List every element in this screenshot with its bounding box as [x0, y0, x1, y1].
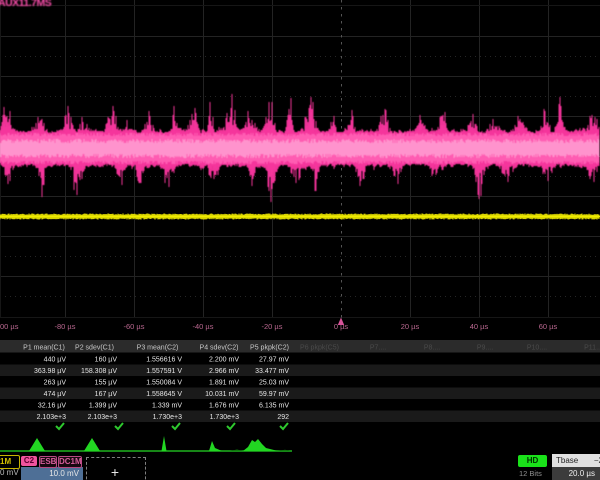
svg-text:60 µs: 60 µs	[539, 322, 558, 331]
svg-text:P1 mean(C1): P1 mean(C1)	[23, 345, 65, 352]
svg-text:-40 µs: -40 µs	[193, 322, 214, 331]
svg-text:1.550084 V: 1.550084 V	[146, 380, 182, 387]
svg-text:1.339 mV: 1.339 mV	[152, 403, 182, 410]
svg-text:363.98 µV: 363.98 µV	[34, 368, 66, 375]
svg-text:-60 µs: -60 µs	[124, 322, 145, 331]
svg-text:167 µV: 167 µV	[95, 391, 118, 398]
svg-text:20 µs: 20 µs	[401, 322, 420, 331]
svg-text:40 µs: 40 µs	[470, 322, 489, 331]
svg-text:1.676 mV: 1.676 mV	[209, 403, 239, 410]
svg-text:P5 pkpk(C2): P5 pkpk(C2)	[250, 345, 289, 352]
svg-text:2.966 mV: 2.966 mV	[209, 368, 239, 375]
svg-text:25.03 mV: 25.03 mV	[259, 380, 289, 387]
svg-text:P10....: P10....	[527, 345, 547, 352]
svg-text:10.031 mV: 10.031 mV	[205, 391, 239, 398]
svg-text:P9....: P9....	[477, 345, 493, 352]
svg-text:00 µs: 00 µs	[0, 322, 19, 331]
svg-text:27.97 mV: 27.97 mV	[259, 357, 289, 364]
svg-text:2.200 mV: 2.200 mV	[209, 357, 239, 364]
svg-text:33.477 mV: 33.477 mV	[255, 368, 289, 375]
svg-text:59.97 mV: 59.97 mV	[259, 391, 289, 398]
svg-text:P11....: P11....	[584, 345, 600, 352]
svg-text:P6 pkpk(C5): P6 pkpk(C5)	[300, 345, 339, 352]
svg-text:1.730e+3: 1.730e+3	[210, 414, 239, 421]
svg-text:1.556616 V: 1.556616 V	[146, 357, 182, 364]
svg-text:1.557591 V: 1.557591 V	[146, 368, 182, 375]
svg-text:2.103e+3: 2.103e+3	[37, 414, 66, 421]
svg-text:1.558645 V: 1.558645 V	[146, 391, 182, 398]
svg-text:292: 292	[277, 414, 289, 421]
svg-text:155 µV: 155 µV	[95, 380, 118, 387]
svg-text:160 µV: 160 µV	[95, 357, 118, 364]
svg-text:-80 µs: -80 µs	[55, 322, 76, 331]
svg-text:P2 sdev(C1): P2 sdev(C1)	[75, 345, 114, 352]
svg-text:1.891 mV: 1.891 mV	[209, 380, 239, 387]
svg-text:-20 µs: -20 µs	[262, 322, 283, 331]
svg-text:P7....: P7....	[370, 345, 386, 352]
svg-text:1.399 µV: 1.399 µV	[89, 403, 117, 410]
svg-text:474 µV: 474 µV	[44, 391, 67, 398]
svg-text:P3 mean(C2): P3 mean(C2)	[137, 345, 179, 352]
svg-text:440 µV: 440 µV	[44, 357, 67, 364]
svg-text:2.103e+3: 2.103e+3	[88, 414, 117, 421]
svg-text:263 µV: 263 µV	[44, 380, 67, 387]
svg-text:P8....: P8....	[424, 345, 440, 352]
svg-text:1.730e+3: 1.730e+3	[153, 414, 182, 421]
svg-text:6.135 mV: 6.135 mV	[259, 403, 289, 410]
svg-text:32.16 µV: 32.16 µV	[38, 403, 66, 410]
svg-text:P4 sdev(C2): P4 sdev(C2)	[200, 345, 239, 352]
svg-text:158.308 µV: 158.308 µV	[81, 368, 117, 375]
